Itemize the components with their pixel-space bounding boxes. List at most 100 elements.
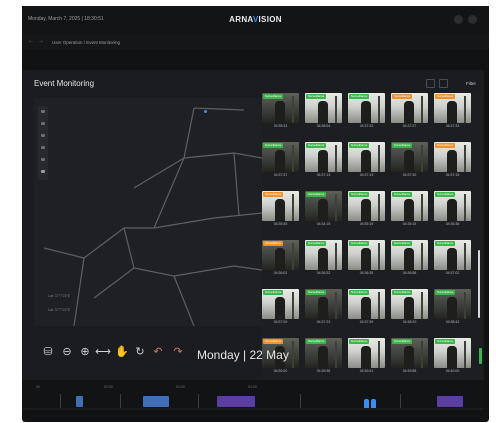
timeline-event-segment[interactable] — [217, 396, 255, 407]
event-thumbnail-card[interactable]: Surveillance 04:37:18 — [434, 142, 471, 180]
event-timestamp: 04:39:38 — [316, 369, 331, 373]
event-timestamp: 04:34:15 — [316, 222, 331, 226]
map-roads — [43, 107, 262, 326]
event-thumbnail-card[interactable]: Surveillance 04:39:38 — [305, 338, 342, 376]
user-avatar-icon[interactable] — [468, 15, 477, 24]
event-timestamp: 04:35:19 — [359, 222, 374, 226]
timeline-tick: 03:00 — [176, 385, 185, 389]
person-figure — [318, 346, 328, 368]
pan-hand-icon[interactable]: ✋ — [115, 344, 129, 358]
event-thumbnail-card[interactable]: Surveillance 04:36:02 — [262, 240, 299, 278]
top-bar: Monday, March 7, 2025 | 18:30:51 ARNAVIS… — [22, 6, 489, 35]
event-type-badge: Surveillance — [392, 143, 413, 148]
event-thumbnail-card[interactable]: Surveillance 04:38:20 — [391, 289, 428, 327]
layers-icon[interactable]: ⛁ — [42, 344, 54, 358]
event-thumbnail-card[interactable]: Surveillance 04:37:33 — [434, 93, 471, 131]
scene-element — [292, 194, 294, 221]
event-thumbnail-image: Surveillance — [434, 191, 471, 221]
scene-element — [378, 194, 380, 221]
event-thumbnail-card[interactable]: Surveillance 04:37:30 — [391, 142, 428, 180]
event-timestamp: 04:37:18 — [445, 173, 460, 177]
map-tool-icon[interactable] — [41, 158, 45, 161]
event-type-badge: Surveillance — [349, 94, 370, 99]
event-thumbnail-card[interactable]: Surveillance 04:37:22 — [348, 93, 385, 131]
event-type-badge: Surveillance — [435, 290, 456, 295]
event-thumbnail-card[interactable]: Surveillance 04:37:39 — [348, 289, 385, 327]
scene-element — [292, 243, 294, 270]
event-timestamp: 04:37:13 — [316, 173, 331, 177]
event-timestamp: 04:36:04 — [316, 124, 331, 128]
event-thumbnail-card[interactable]: Surveillance 04:39:58 — [391, 338, 428, 376]
person-figure — [275, 297, 285, 319]
timeline-playhead-icon[interactable] — [364, 397, 376, 408]
zoom-in-icon[interactable]: ⊕ — [79, 344, 91, 358]
event-thumbnail-card[interactable]: Surveillance 04:35:15 — [391, 191, 428, 229]
redo-icon[interactable]: ↷ — [172, 344, 184, 358]
scene-element — [378, 292, 380, 319]
list-view-icon[interactable] — [439, 79, 448, 88]
map-tool-icon[interactable] — [41, 110, 45, 113]
map-tool-icon[interactable] — [41, 122, 45, 125]
person-figure — [447, 199, 457, 221]
map-tool-icon[interactable] — [41, 170, 45, 173]
event-thumbnail-card[interactable]: Surveillance 04:37:13 — [305, 142, 342, 180]
event-type-badge: Surveillance — [306, 143, 327, 148]
event-thumbnail-card[interactable]: Surveillance 04:35:45 — [262, 191, 299, 229]
event-thumbnail-card[interactable]: Surveillance 04:36:04 — [305, 93, 342, 131]
rotate-icon[interactable]: ↻ — [134, 344, 146, 358]
scene-element — [464, 243, 466, 270]
event-thumbnail-card[interactable]: Surveillance 04:38:42 — [434, 289, 471, 327]
event-timestamp: 04:38:42 — [445, 320, 460, 324]
person-figure — [447, 248, 457, 270]
breadcrumb-path[interactable]: User Operation / Event Monitoring — [52, 40, 120, 45]
event-thumbnail-card[interactable]: Surveillance 04:36:35 — [348, 240, 385, 278]
zoom-out-icon[interactable]: ⊖ — [61, 344, 73, 358]
event-thumbnail-card[interactable]: Surveillance 04:35:36 — [434, 191, 471, 229]
person-figure — [318, 101, 328, 123]
event-timestamp: 04:37:22 — [359, 124, 374, 128]
event-thumbnail-card[interactable]: Surveillance 04:37:02 — [434, 240, 471, 278]
event-thumbnail-card[interactable]: Surveillance 04:37:09 — [262, 289, 299, 327]
event-timestamp: 04:36:02 — [273, 271, 288, 275]
event-thumbnail-image: Surveillance — [434, 142, 471, 172]
timeline-event-segment[interactable] — [143, 396, 169, 407]
filter-button[interactable]: Filter — [466, 81, 476, 86]
timeline-event-segment[interactable] — [437, 396, 463, 407]
event-type-badge: Surveillance — [435, 94, 456, 99]
event-thumbnail-card[interactable]: Surveillance 04:37:37 — [262, 142, 299, 180]
grid-scrollbar[interactable] — [478, 250, 480, 318]
scene-element — [421, 292, 423, 319]
event-thumbnail-card[interactable]: Surveillance 04:37:23 — [305, 289, 342, 327]
event-type-badge: Surveillance — [263, 339, 284, 344]
event-thumbnail-card[interactable]: Surveillance 04:37:13 — [348, 142, 385, 180]
scene-element — [464, 292, 466, 319]
forward-arrow-icon[interactable]: → — [38, 38, 44, 44]
event-thumbnail-card[interactable]: Surveillance 04:34:15 — [305, 191, 342, 229]
event-thumbnail-card[interactable]: Surveillance 04:35:19 — [348, 191, 385, 229]
fit-width-icon[interactable]: ⟷ — [95, 344, 111, 358]
event-thumbnail-card[interactable]: Surveillance 04:36:58 — [391, 240, 428, 278]
event-thumbnail-card[interactable]: Surveillance 04:36:32 — [305, 240, 342, 278]
timeline-event-segment[interactable] — [76, 396, 83, 407]
timeline-divider — [400, 394, 401, 408]
event-timestamp: 04:35:24 — [273, 124, 288, 128]
person-figure — [404, 248, 414, 270]
map-lat-readout: Lat: 37°7'22"E — [48, 294, 71, 298]
back-arrow-icon[interactable]: ← — [28, 38, 34, 44]
event-type-badge: Surveillance — [263, 192, 284, 197]
layout-toggle-icon[interactable] — [426, 79, 435, 88]
undo-icon[interactable]: ↶ — [152, 344, 164, 358]
map-location-marker[interactable] — [204, 110, 207, 113]
event-type-badge: Surveillance — [435, 143, 456, 148]
map-tool-icon[interactable] — [41, 134, 45, 137]
event-thumbnail-card[interactable]: Surveillance 04:40:00 — [434, 338, 471, 376]
person-figure — [275, 199, 285, 221]
settings-icon[interactable] — [454, 15, 463, 24]
event-thumbnail-image: Surveillance — [348, 191, 385, 221]
event-thumbnail-card[interactable]: Surveillance 04:35:24 — [262, 93, 299, 131]
scene-element — [292, 341, 294, 368]
map-view[interactable]: Lat: 37°7'22"E Lat: 37°7'22"E — [34, 98, 262, 326]
event-thumbnail-card[interactable]: Surveillance 04:37:27 — [391, 93, 428, 131]
event-thumbnail-card[interactable]: Surveillance 04:39:41 — [348, 338, 385, 376]
map-tool-icon[interactable] — [41, 146, 45, 149]
